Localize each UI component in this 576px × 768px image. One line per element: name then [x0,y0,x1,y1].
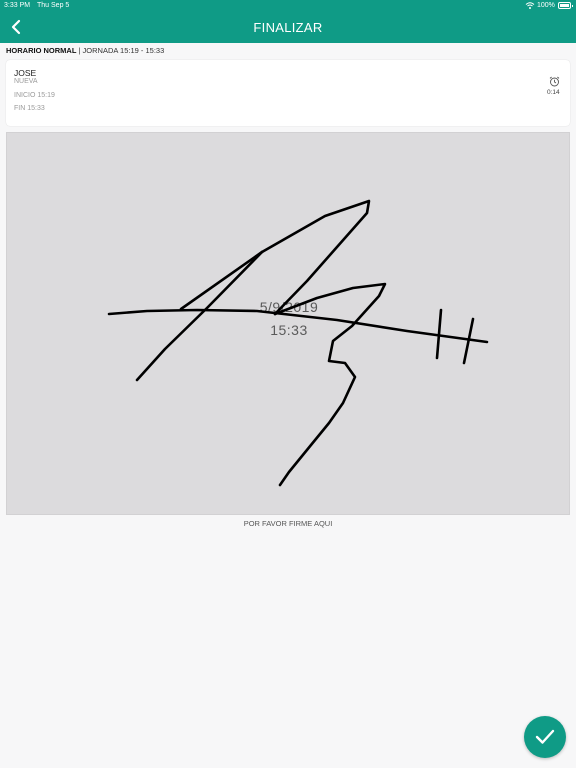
top-navigation-bar: FINALIZAR [0,12,576,43]
wifi-icon [525,2,535,9]
confirm-button[interactable] [524,716,566,758]
start-time: INICIO 15:19 [14,92,55,99]
end-time: FIN 15:33 [14,105,45,112]
worker-card: JOSE NUEVA INICIO 15:19 FIN 15:33 0:14 [6,60,570,126]
alarm-clock-icon [549,76,560,87]
signature-stroke [135,250,264,382]
worker-name: JOSE [14,68,37,78]
shift-hours: JORNADA 15:19 - 15:33 [82,46,165,55]
status-bar: 3:33 PM Thu Sep 5 100% [0,0,576,12]
signature-stroke [179,250,264,311]
signature-stroke [260,199,371,316]
checkmark-icon [535,729,555,744]
signature-instruction: POR FAVOR FIRME AQUI [243,519,333,528]
status-date: Thu Sep 5 [37,2,70,9]
shift-type: HORARIO NORMAL [6,46,77,55]
page-title: FINALIZAR [253,20,323,35]
signature-strokes [107,199,489,487]
worker-status: NUEVA [14,78,38,85]
shift-summary: HORARIO NORMAL | JORNADA 15:19 - 15:33 [6,46,164,55]
battery-icon [558,2,573,9]
signature-pad[interactable]: 5/9/2019 15:33 [6,132,570,515]
signature-stroke [107,308,489,344]
status-time: 3:33 PM [4,2,31,9]
battery-percent: 100% [537,2,555,9]
elapsed-duration: 0:14 [547,89,560,96]
